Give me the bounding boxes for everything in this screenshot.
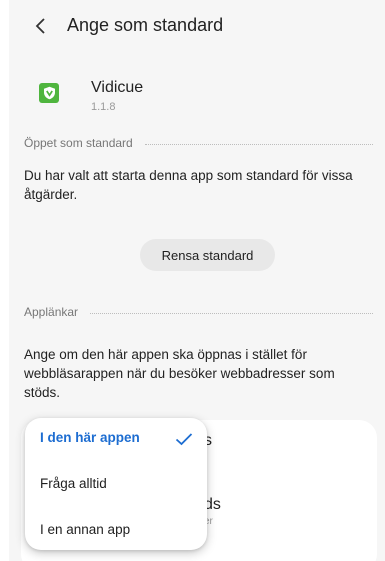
- dotted-divider: [90, 312, 373, 314]
- header: Ange som standard: [9, 0, 385, 52]
- dotted-divider: [144, 143, 373, 145]
- app-links-description: Ange om den här appen ska öppnas i ställ…: [24, 347, 335, 400]
- clear-defaults-button[interactable]: Rensa standard: [140, 239, 275, 271]
- section-heading-label: Applänkar: [24, 305, 79, 319]
- shield-icon: [43, 86, 55, 100]
- popup-option-another-app[interactable]: I en annan app: [40, 522, 130, 537]
- popup-option-always-ask[interactable]: Fråga alltid: [40, 476, 107, 491]
- popup-option-in-this-app[interactable]: I den här appen: [40, 430, 140, 445]
- checkmark-icon: [175, 433, 193, 446]
- app-version: 1.1.8: [91, 101, 116, 113]
- section-open-default-heading: Öppet som standard: [24, 136, 373, 150]
- chevron-left-icon: [35, 18, 45, 34]
- back-button[interactable]: [29, 14, 53, 38]
- app-icon: [39, 83, 59, 103]
- app-name: Vidicue: [91, 79, 144, 96]
- open-links-popup-menu: I den här appen Fråga alltid I en annan …: [25, 418, 207, 550]
- page-title: Ange som standard: [67, 15, 224, 35]
- open-default-description: Du har valt att starta denna app som sta…: [24, 168, 353, 202]
- section-app-links-heading: Applänkar: [24, 305, 373, 319]
- section-heading-label: Öppet som standard: [24, 136, 133, 150]
